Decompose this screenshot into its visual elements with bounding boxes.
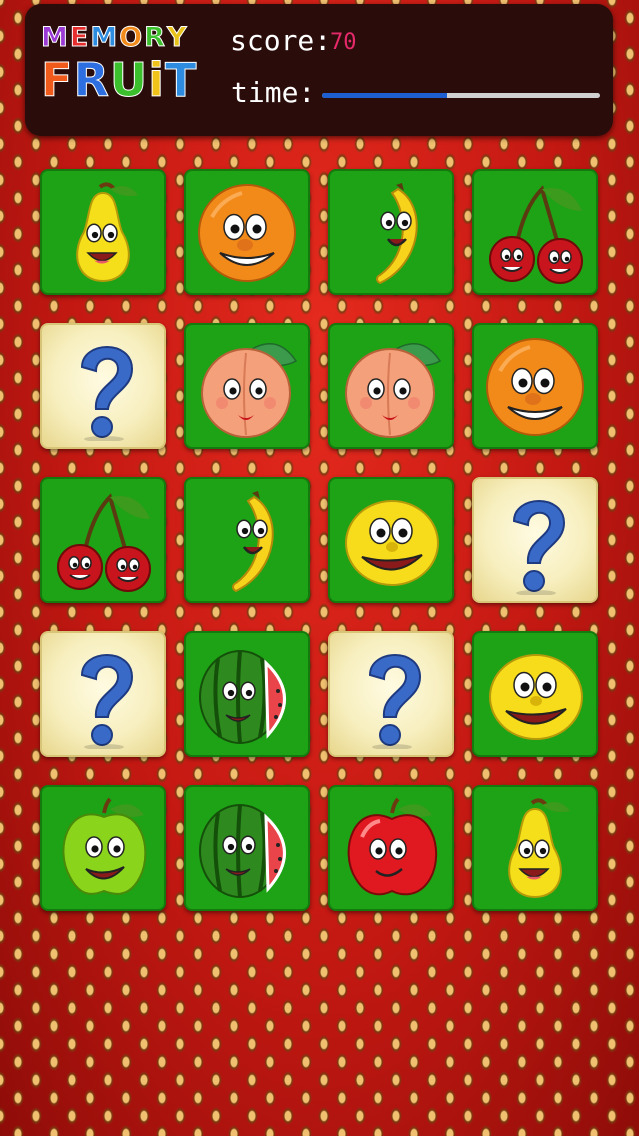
banana-icon [376,183,418,285]
score-value: 70 [330,30,357,55]
watermelon-icon [199,650,286,744]
score-label: score: [230,24,332,57]
lemon-icon [345,500,439,586]
card-banana[interactable] [328,169,454,295]
red-apple-icon [347,797,438,896]
pear-icon [76,182,138,283]
question-mark-icon [512,500,566,595]
orange-icon [198,184,296,282]
hud-panel: MEMORY FRUiT score: 70 time: [25,4,613,136]
orange-icon [486,338,584,436]
time-bar [322,93,600,98]
card-hidden[interactable] [40,631,166,757]
card-watermelon[interactable] [184,785,310,911]
time-label: time: [231,76,316,109]
card-peach[interactable] [184,323,310,449]
pear-icon [508,798,570,899]
logo-memory: MEMORY [41,22,211,54]
card-cherries[interactable] [472,169,598,295]
logo-letter: Y [166,22,188,54]
lemon-icon [489,654,583,740]
logo-letter: O [119,22,144,54]
logo-letter: i [148,53,165,107]
card-pear[interactable] [472,785,598,911]
game-logo: MEMORY FRUiT [40,22,211,107]
logo-letter: R [144,22,166,54]
logo-letter: T [164,53,197,107]
card-banana[interactable] [184,477,310,603]
card-hidden[interactable] [472,477,598,603]
banana-icon [232,491,274,593]
peach-icon [201,342,298,438]
question-mark-icon [80,346,134,441]
card-red-apple[interactable] [328,785,454,911]
cherries-icon [489,185,583,284]
green-apple-icon [62,797,147,895]
card-hidden[interactable] [40,323,166,449]
card-pear[interactable] [40,169,166,295]
card-orange[interactable] [184,169,310,295]
card-watermelon[interactable] [184,631,310,757]
time-bar-fill [322,93,448,98]
card-lemon[interactable] [472,631,598,757]
card-hidden[interactable] [328,631,454,757]
logo-letter: M [41,22,69,54]
logo-letter: R [73,53,109,107]
question-mark-icon [80,654,134,749]
logo-letter: E [69,22,90,54]
card-green-apple[interactable] [40,785,166,911]
card-peach[interactable] [328,323,454,449]
logo-letter: M [90,22,119,54]
card-orange[interactable] [472,323,598,449]
logo-letter: F [40,53,73,107]
card-grid [40,169,600,911]
watermelon-icon [199,804,286,898]
card-cherries[interactable] [40,477,166,603]
cherries-icon [57,493,151,592]
logo-fruit: FRUiT [40,53,211,107]
logo-letter: U [109,53,148,107]
question-mark-icon [368,654,422,749]
peach-icon [345,342,442,438]
card-lemon[interactable] [328,477,454,603]
